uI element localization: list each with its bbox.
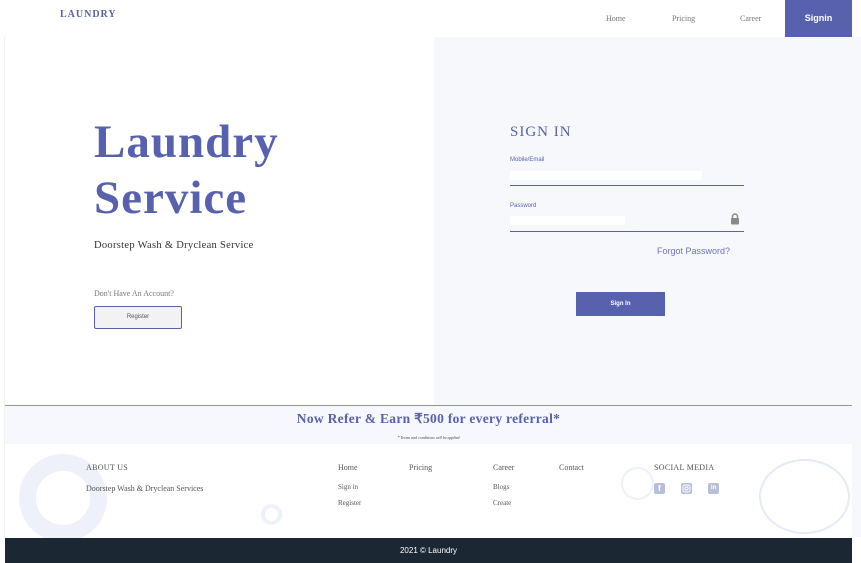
brand-logo[interactable]: LAUNDRY	[60, 9, 117, 20]
mobile-email-label: Mobile/Email	[510, 157, 545, 163]
password-label: Password	[510, 203, 537, 209]
nav-signin-button[interactable]: Signin	[785, 0, 852, 37]
decorative-circle	[261, 504, 282, 525]
footer-career-link[interactable]: Career	[493, 463, 514, 472]
facebook-icon[interactable]: f	[654, 483, 665, 494]
footer-about-text: Doorstep Wash & Dryclean Services	[86, 484, 204, 493]
password-input[interactable]	[510, 216, 744, 232]
footer: ABOUT US Doorstep Wash & Dryclean Servic…	[5, 444, 852, 538]
hero-subtitle: Doorstep Wash & Dryclean Service	[94, 240, 254, 251]
signin-panel: SIGN IN Mobile/Email Password Forgot Pas…	[434, 37, 852, 405]
footer-create-link[interactable]: Create	[493, 499, 511, 507]
linkedin-icon[interactable]: in	[708, 483, 719, 494]
forgot-password-link[interactable]: Forgot Password?	[657, 246, 730, 256]
hero-section: Laundry Service Doorstep Wash & Dryclean…	[5, 37, 435, 405]
footer-register-link[interactable]: Register	[338, 499, 361, 507]
decorative-circle	[621, 467, 654, 500]
footer-pricing-link[interactable]: Pricing	[409, 463, 432, 472]
footer-social-heading: SOCIAL MEDIA	[654, 463, 715, 472]
signin-submit-button[interactable]: Sign In	[576, 292, 665, 316]
footer-blogs-link[interactable]: Blogs	[493, 483, 509, 491]
copyright-bar: 2021 © Laundry	[5, 538, 852, 563]
footer-about-heading: ABOUT US	[86, 463, 129, 472]
decorative-circle	[759, 459, 850, 534]
footer-signin-link[interactable]: Sign in	[338, 483, 358, 491]
referral-terms-note: * Terms and conditions will be applied	[397, 435, 460, 440]
footer-home-link[interactable]: Home	[338, 463, 358, 472]
nav-career-link[interactable]: Career	[740, 14, 761, 23]
footer-contact-link[interactable]: Contact	[559, 463, 584, 472]
page-edge-right	[852, 37, 861, 537]
top-navbar: LAUNDRY Home Pricing Career Signin	[0, 0, 861, 37]
signin-title: SIGN IN	[510, 124, 572, 140]
instagram-icon[interactable]	[681, 483, 692, 494]
mobile-email-input[interactable]	[510, 170, 744, 186]
hero-title: Laundry Service	[94, 114, 279, 226]
hero-title-line1: Laundry	[94, 116, 279, 168]
no-account-text: Don't Have An Account?	[94, 289, 174, 298]
nav-home-link[interactable]: Home	[606, 14, 626, 23]
referral-title: Now Refer & Earn ₹500 for every referral…	[296, 411, 561, 426]
referral-banner: Now Refer & Earn ₹500 for every referral…	[5, 405, 852, 444]
hero-title-line2: Service	[94, 172, 248, 224]
lock-icon[interactable]	[730, 213, 740, 225]
register-button[interactable]: Register	[94, 306, 182, 329]
nav-pricing-link[interactable]: Pricing	[672, 14, 695, 23]
